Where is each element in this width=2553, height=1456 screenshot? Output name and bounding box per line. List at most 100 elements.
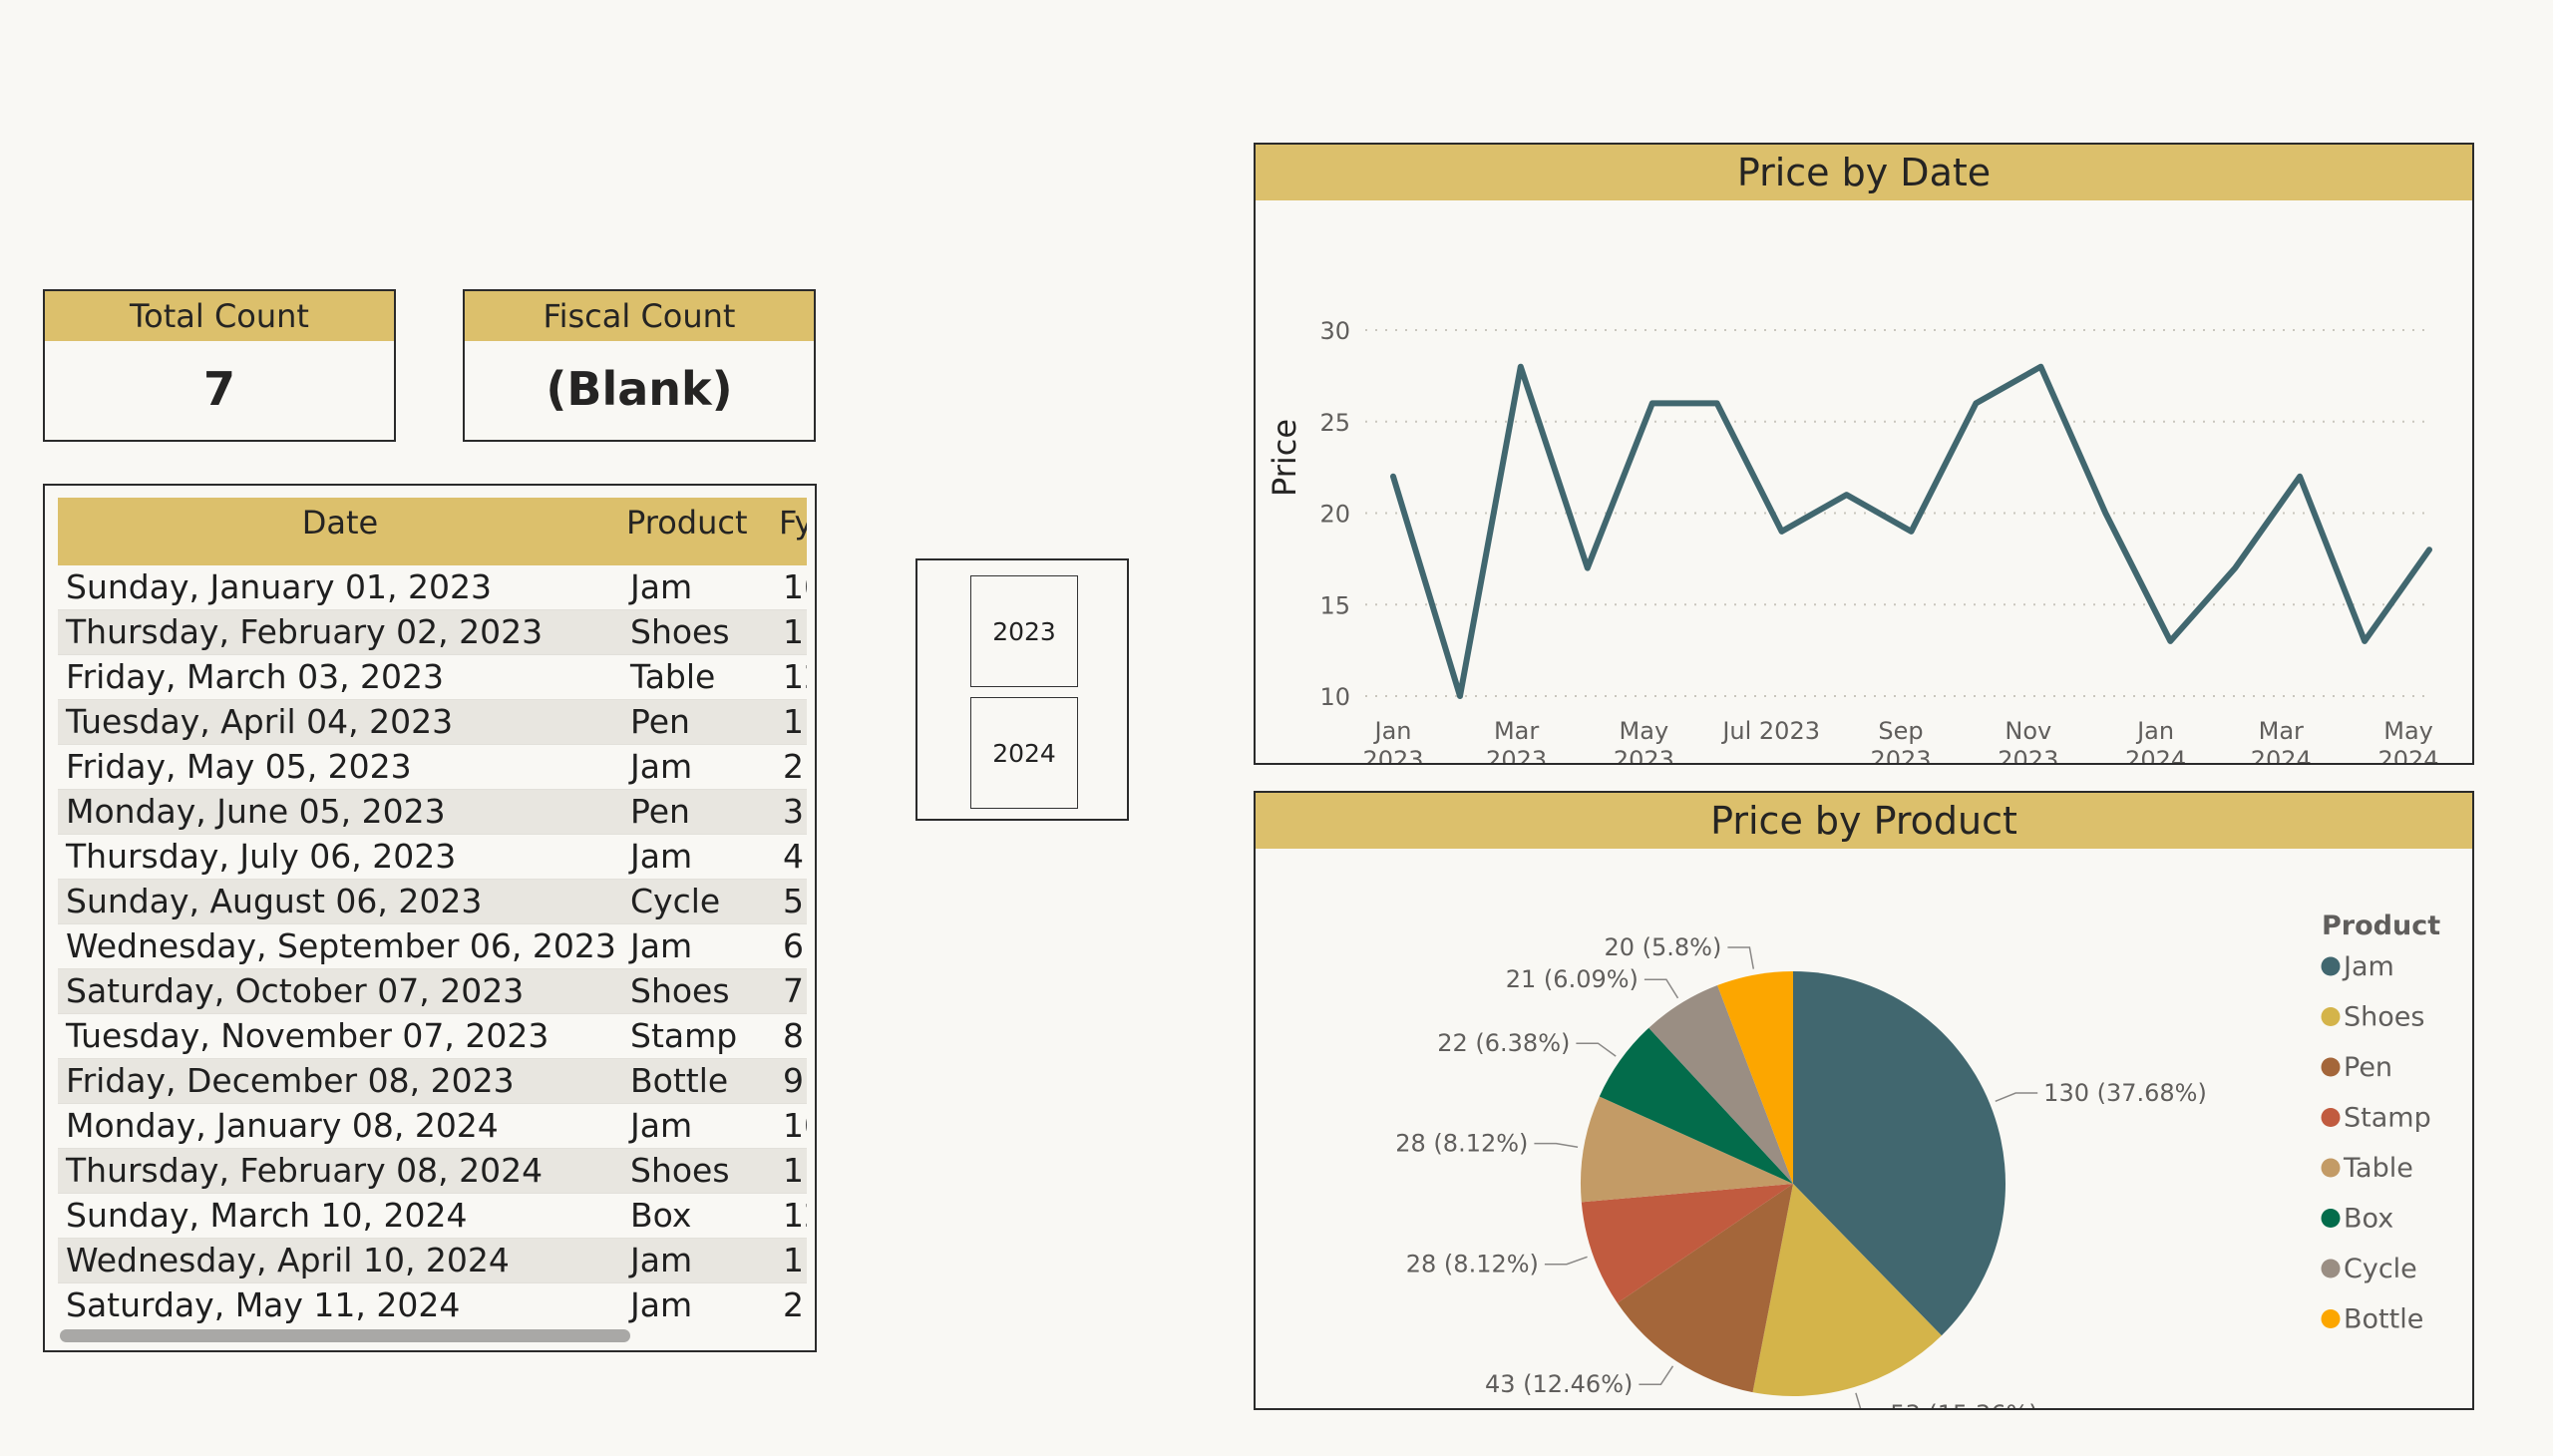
legend-item-cycle[interactable]: Cycle [2344,1254,2417,1284]
legend-marker[interactable] [2321,1007,2341,1026]
legend-item-table[interactable]: Table [2343,1153,2413,1184]
cell-fy: 4 [775,834,807,880]
leader-line [1639,1365,1674,1385]
table-row[interactable]: Thursday, February 02, 2023Shoes11 [58,609,807,655]
column-header-fy[interactable]: Fy [775,498,807,565]
x-tick-label: Jan 2023 [1362,717,1423,763]
cell-date: Saturday, May 11, 2024 [58,1282,622,1325]
table-viewport[interactable]: Date Product Fy Sunday, January 01, 2023… [58,498,807,1325]
legend-marker[interactable] [2321,1259,2341,1278]
table-row[interactable]: Saturday, May 11, 2024 Jam 2 [58,1282,807,1325]
cell-fy: 12 [775,1193,807,1239]
legend-item-pen[interactable]: Pen [2344,1052,2392,1083]
table-row[interactable]: Tuesday, April 04, 2023 Pen 1 [58,699,807,745]
legend-marker[interactable] [2321,1108,2341,1127]
legend-title: Product [2322,910,2440,941]
fiscal-count-card[interactable]: Fiscal Count (Blank) [463,289,816,442]
y-axis-title: Price [1266,419,1303,497]
x-tick-label: May 2024 [2378,717,2439,763]
leader-line [1534,1142,1579,1149]
slicer-option-2023[interactable]: 2023 [970,575,1078,687]
cell-product: Jam [622,565,775,610]
table-row[interactable]: Sunday, March 10, 2024Box12 [58,1193,807,1239]
cell-date: Friday, December 08, 2023 [58,1058,622,1104]
cell-product: Stamp [622,1013,775,1059]
table-grid: Date Product Fy Sunday, January 01, 2023… [58,498,807,1325]
slicer-option-2024[interactable]: 2024 [970,697,1078,809]
cell-product: Jam [622,1103,775,1149]
legend-marker[interactable] [2321,1158,2341,1178]
cell-fy: 8 [775,1013,807,1059]
year-slicer: 2023 2024 [915,558,1129,821]
cell-date: Friday, March 03, 2023 [58,654,622,700]
column-header-date[interactable]: Date [58,498,622,565]
table-row[interactable]: Wednesday, April 10, 2024 Jam 1 [58,1238,807,1283]
cell-fy: 1 [775,1238,807,1283]
x-tick-label: May 2023 [1614,717,1674,763]
legend-marker[interactable] [2321,1209,2341,1228]
legend-item-shoes[interactable]: Shoes [2344,1002,2424,1033]
table-row[interactable]: Monday, June 05, 2023 Pen 3 [58,789,807,835]
legend-item-box[interactable]: Box [2344,1204,2393,1235]
cell-product: Pen [622,789,775,835]
legend-item-jam[interactable]: Jam [2342,951,2394,982]
data-table[interactable]: Date Product Fy Sunday, January 01, 2023… [43,484,817,1352]
table-row[interactable]: Friday, December 08, 2023 Bottle 9 [58,1058,807,1104]
y-tick-label: 25 [1319,409,1350,437]
leader-line [1995,1092,2038,1102]
data-label: 130 (37.68%) [2043,1079,2207,1107]
leader-line [1643,978,1679,999]
cell-date: Sunday, March 10, 2024 [58,1193,622,1239]
cell-date: Friday, May 05, 2023 [58,744,622,790]
table-row[interactable]: Wednesday, September 06, 2023 Jam 6 [58,923,807,969]
data-label: 53 (15.36%) [1890,1400,2037,1408]
table-row[interactable]: Thursday, February 08, 2024Shoes11 [58,1148,807,1194]
legend-marker[interactable] [2321,1057,2341,1077]
cell-fy: 1 [775,699,807,745]
x-tick-label: Jul 2023 [1720,717,1820,745]
legend-item-stamp[interactable]: Stamp [2344,1103,2431,1134]
cell-date: Thursday, February 02, 2023 [58,609,622,655]
cell-date: Sunday, August 06, 2023 [58,879,622,924]
pie-chart-title: Price by Product [1256,793,2472,849]
cell-product: Pen [622,699,775,745]
cell-date: Wednesday, September 06, 2023 [58,923,622,969]
total-count-value: 7 [202,362,235,416]
legend-marker[interactable] [2321,956,2341,976]
cell-product: Cycle [622,879,775,924]
leader-line [1544,1256,1588,1266]
legend-marker[interactable] [2321,1309,2341,1328]
table-row[interactable]: Friday, May 05, 2023 Jam 2 [58,744,807,790]
data-label: 28 (8.12%) [1395,1130,1528,1158]
y-tick-label: 30 [1319,317,1350,345]
cell-date: Thursday, July 06, 2023 [58,834,622,880]
table-row[interactable]: Monday, January 08, 2024Jam10 [58,1103,807,1149]
price-by-product-chart[interactable]: Price by Product 130 (37.68%) 53 (15.36%)… [1254,791,2474,1428]
leader-line [1727,946,1755,969]
data-label: 43 (12.46%) [1485,1370,1633,1398]
horizontal-scrollbar[interactable] [60,1329,630,1342]
table-row[interactable]: Thursday, July 06, 2023 Jam 4 [58,834,807,880]
table-header-row: Date Product Fy [58,498,807,565]
cell-date: Thursday, February 08, 2024 [58,1148,622,1194]
column-header-product[interactable]: Product [622,498,775,565]
legend-item-bottle[interactable]: Bottle [2344,1304,2423,1335]
table-row[interactable]: Sunday, January 01, 2023Jam10 [58,565,807,610]
y-tick-label: 20 [1319,501,1350,529]
price-by-date-chart[interactable]: Price by Date 10 15 20 25 30 Jan 2023 Mar 2023 Ma… [1254,143,2474,817]
cell-fy: 10 [775,1103,807,1149]
cell-product: Jam [622,834,775,880]
cell-product: Table [622,654,775,700]
price-line-series[interactable] [1390,363,2432,699]
table-row[interactable]: Tuesday, November 07, 2023 Stamp 8 [58,1013,807,1059]
table-row[interactable]: Saturday, October 07, 2023 Shoes 7 [58,968,807,1014]
fiscal-count-label: Fiscal Count [465,291,814,341]
cell-fy: 6 [775,923,807,969]
cell-product: Shoes [622,1148,775,1194]
table-row[interactable]: Friday, March 03, 2023Table12 [58,654,807,700]
y-tick-label: 10 [1319,683,1350,711]
total-count-card[interactable]: Total Count 7 [43,289,396,442]
fiscal-count-value: (Blank) [546,362,733,416]
cell-product: Jam [622,1238,775,1283]
table-row[interactable]: Sunday, August 06, 2023 Cycle 5 [58,879,807,924]
